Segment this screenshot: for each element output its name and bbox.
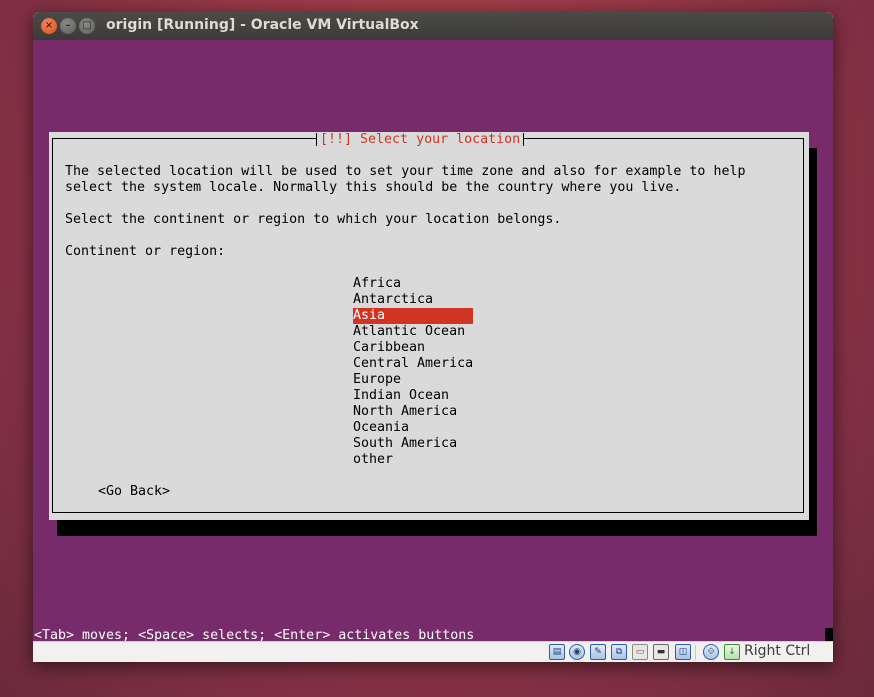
region-option[interactable]: Indian Ocean: [353, 388, 449, 404]
hard-disk-icon[interactable]: ▤: [549, 644, 565, 660]
minimize-icon[interactable]: –: [60, 18, 76, 34]
region-option[interactable]: Central America: [353, 356, 473, 372]
region-option[interactable]: Antarctica: [353, 292, 433, 308]
usb-icon[interactable]: ✎: [590, 644, 606, 660]
dialog-title: [!!] Select your location: [316, 132, 525, 148]
region-option[interactable]: Africa: [353, 276, 401, 292]
virtualization-icon[interactable]: ⟐: [703, 644, 719, 660]
status-bar: ▤ ◉ ✎ ⧉ ▭ ▬ ◫ ⟐ ↓ Right Ctrl: [33, 641, 833, 662]
region-prompt: Select the continent or region to which …: [65, 212, 562, 227]
optical-drive-icon[interactable]: ◉: [569, 644, 585, 660]
shared-folders-icon[interactable]: ▭: [632, 644, 648, 660]
key-hint: <Tab> moves; <Space> selects; <Enter> ac…: [34, 628, 475, 641]
region-option[interactable]: other: [353, 452, 393, 468]
vm-screen[interactable]: [!!] Select your location The selected l…: [33, 40, 833, 641]
region-option[interactable]: Atlantic Ocean: [353, 324, 465, 340]
close-icon[interactable]: ×: [41, 18, 57, 34]
host-key-label: Right Ctrl: [744, 643, 811, 659]
region-option-selected[interactable]: Asia: [353, 308, 473, 324]
status-separator: [695, 645, 696, 660]
network-icon[interactable]: ⧉: [611, 644, 627, 660]
region-option[interactable]: North America: [353, 404, 457, 420]
maximize-icon[interactable]: □: [79, 18, 95, 34]
cursor-block: [825, 628, 833, 641]
region-option[interactable]: South America: [353, 436, 457, 452]
location-dialog: [!!] Select your location The selected l…: [49, 132, 809, 520]
region-option[interactable]: Caribbean: [353, 340, 425, 356]
window-title: origin [Running] - Oracle VM VirtualBox: [106, 17, 419, 33]
description-line-1: The selected location will be used to se…: [65, 164, 746, 179]
virtualbox-window: × – □ origin [Running] - Oracle VM Virtu…: [33, 12, 833, 662]
display-icon[interactable]: ▬: [653, 644, 669, 660]
video-capture-icon[interactable]: ◫: [675, 644, 691, 660]
go-back-button[interactable]: <Go Back>: [98, 484, 170, 500]
list-label: Continent or region:: [65, 244, 226, 259]
title-bar[interactable]: × – □ origin [Running] - Oracle VM Virtu…: [33, 12, 833, 40]
description-line-2: select the system locale. Normally this …: [65, 180, 682, 195]
mouse-integration-icon[interactable]: ↓: [724, 644, 740, 660]
region-option[interactable]: Europe: [353, 372, 401, 388]
region-option[interactable]: Oceania: [353, 420, 409, 436]
